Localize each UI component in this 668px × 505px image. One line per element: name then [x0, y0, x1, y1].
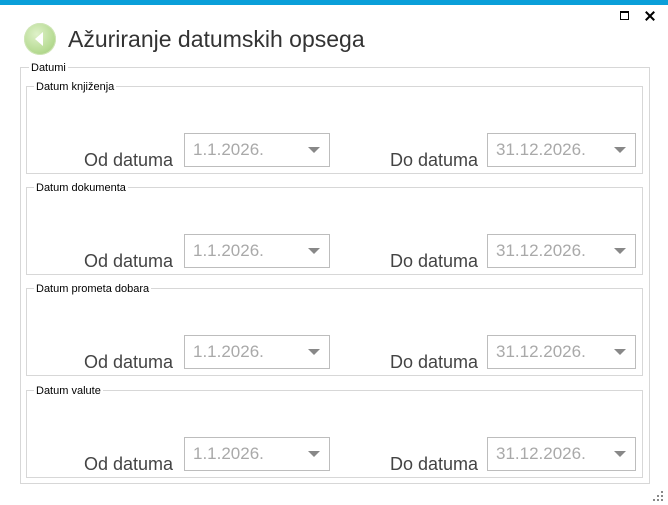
from-date-value: 1.1.2026.: [193, 342, 264, 361]
chevron-down-icon[interactable]: [614, 451, 626, 457]
chevron-down-icon[interactable]: [308, 349, 320, 355]
to-date-label: Do datuma: [390, 150, 479, 170]
from-date-label: Od datuma: [84, 454, 174, 474]
group-datum-prometa-dobara: Datum prometa dobara Od datuma 1.1.2026.…: [26, 283, 643, 376]
group-legend: Datum valute: [34, 385, 103, 397]
group-datum-valute: Datum valute Od datuma 1.1.2026. Do datu…: [26, 385, 643, 478]
from-date-label: Od datuma: [84, 150, 174, 170]
group-datum-knjizenja: Datum knjiženja Od datuma 1.1.2026. Do d…: [26, 81, 643, 174]
to-date-label: Do datuma: [390, 454, 479, 474]
window-accent-bar: [0, 0, 668, 5]
to-date-picker[interactable]: 31.12.2026.: [487, 335, 636, 369]
chevron-down-icon[interactable]: [308, 248, 320, 254]
chevron-down-icon[interactable]: [614, 248, 626, 254]
group-legend: Datum knjiženja: [34, 81, 117, 93]
from-date-picker[interactable]: 1.1.2026.: [184, 133, 330, 167]
to-date-value: 31.12.2026.: [496, 140, 586, 159]
from-date-picker[interactable]: 1.1.2026.: [184, 234, 330, 268]
from-date-label: Od datuma: [84, 251, 174, 271]
maximize-icon[interactable]: [618, 9, 632, 23]
to-date-value: 31.12.2026.: [496, 342, 586, 361]
chevron-down-icon[interactable]: [308, 451, 320, 457]
to-date-label: Do datuma: [390, 251, 479, 271]
chevron-down-icon[interactable]: [614, 147, 626, 153]
group-legend: Datum dokumenta: [34, 182, 128, 194]
group-legend: Datum prometa dobara: [34, 283, 152, 295]
from-date-label: Od datuma: [84, 352, 174, 372]
group-datum-dokumenta: Datum dokumenta Od datuma 1.1.2026. Do d…: [26, 182, 643, 275]
page-title: Ažuriranje datumskih opsega: [68, 26, 365, 52]
chevron-down-icon[interactable]: [308, 147, 320, 153]
from-date-value: 1.1.2026.: [193, 444, 264, 463]
close-icon[interactable]: [643, 9, 657, 23]
to-date-picker[interactable]: 31.12.2026.: [487, 234, 636, 268]
back-arrow-icon[interactable]: [24, 23, 56, 55]
to-date-value: 31.12.2026.: [496, 241, 586, 260]
to-date-picker[interactable]: 31.12.2026.: [487, 133, 636, 167]
to-date-value: 31.12.2026.: [496, 444, 586, 463]
chevron-down-icon[interactable]: [614, 349, 626, 355]
from-date-value: 1.1.2026.: [193, 140, 264, 159]
group-datumi-legend: Datumi: [29, 62, 68, 74]
from-date-value: 1.1.2026.: [193, 241, 264, 260]
from-date-picker[interactable]: 1.1.2026.: [184, 335, 330, 369]
from-date-picker[interactable]: 1.1.2026.: [184, 437, 330, 471]
to-date-label: Do datuma: [390, 352, 479, 372]
to-date-picker[interactable]: 31.12.2026.: [487, 437, 636, 471]
resize-grip-icon[interactable]: [652, 490, 664, 502]
